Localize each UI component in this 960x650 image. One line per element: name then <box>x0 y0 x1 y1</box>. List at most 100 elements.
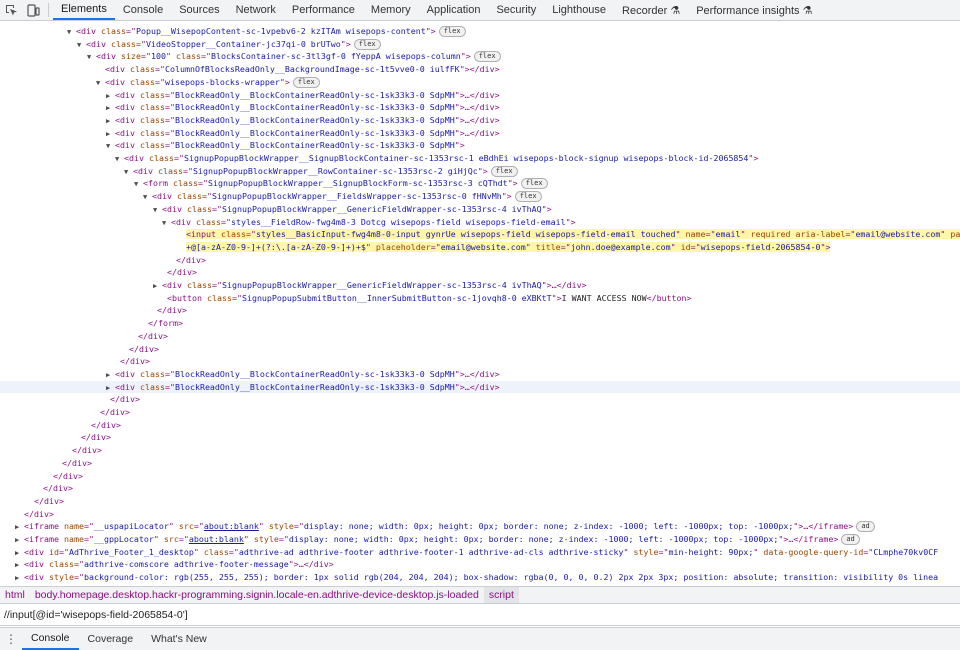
dom-node-row[interactable]: </div> <box>0 304 960 317</box>
dom-node-row[interactable]: </div> <box>0 419 960 432</box>
expand-triangle-icon[interactable]: ▶ <box>106 369 115 381</box>
flex-badge[interactable]: flex <box>473 51 501 63</box>
dom-node-row[interactable]: ▶ <iframe name="__uspapiLocator" src="abo… <box>0 520 960 533</box>
collapse-triangle-icon[interactable]: ▼ <box>162 217 171 229</box>
expand-triangle-icon[interactable]: ▶ <box>106 382 115 394</box>
expand-triangle-icon[interactable]: ▶ <box>106 115 115 127</box>
dom-node-row[interactable]: ▼ <div class="Popup__WisepopContent-sc-1v… <box>0 25 960 38</box>
flex-badge[interactable]: flex <box>292 76 320 88</box>
flex-badge[interactable]: flex <box>438 26 466 37</box>
dom-node-row[interactable]: </form> <box>0 317 960 330</box>
tab-memory[interactable]: Memory <box>363 0 419 20</box>
resource-link[interactable]: about:blank <box>204 521 259 531</box>
dom-node-row[interactable]: ▶ <div class="BlockReadOnly__BlockContain… <box>0 368 960 381</box>
dom-node-row[interactable]: ▶ <div style="background-color: rgb(255, … <box>0 571 960 584</box>
tab-sources[interactable]: Sources <box>171 0 227 20</box>
resource-link[interactable]: about:blank <box>189 534 244 544</box>
drawer-tab-what-s-new[interactable]: What's New <box>142 628 216 650</box>
expand-triangle-icon[interactable]: ▶ <box>15 572 24 584</box>
expand-triangle-icon[interactable]: ▶ <box>106 102 115 114</box>
tab-application[interactable]: Application <box>419 0 489 20</box>
elements-dom-tree[interactable]: ▼ <div class="Popup__WisepopContent-sc-1v… <box>0 21 960 586</box>
dom-node-row[interactable]: <div class="ColumnOfBlocksReadOnly__Back… <box>0 63 960 76</box>
dom-node-row[interactable]: </div> <box>0 495 960 508</box>
dom-node-row[interactable]: </div> <box>0 470 960 483</box>
tab-recorder[interactable]: Recorder ⚗ <box>614 0 688 20</box>
dom-node-row[interactable]: ▶ <div class="BlockReadOnly__BlockContain… <box>0 114 960 127</box>
flex-badge[interactable]: flex <box>490 165 518 177</box>
tab-performance[interactable]: Performance <box>284 0 363 20</box>
drawer-tab-console[interactable]: Console <box>22 628 79 650</box>
collapse-triangle-icon[interactable]: ▼ <box>106 140 115 152</box>
ad-badge[interactable]: ad <box>841 534 860 545</box>
tab-console[interactable]: Console <box>115 0 171 20</box>
collapse-triangle-icon[interactable]: ▼ <box>77 39 86 51</box>
tab-security[interactable]: Security <box>488 0 544 20</box>
collapse-triangle-icon[interactable]: ▼ <box>115 153 124 165</box>
dom-node-row[interactable]: <button class="SignupPopupSubmitButton__… <box>0 292 960 305</box>
tab-performance-insights[interactable]: Performance insights ⚗ <box>688 0 820 20</box>
dom-node-row[interactable]: </div> <box>0 444 960 457</box>
dom-node-row[interactable]: ▶ <div class="BlockReadOnly__BlockContain… <box>0 101 960 114</box>
flex-badge[interactable]: flex <box>353 38 381 50</box>
dom-node-row[interactable]: </div> <box>0 254 960 267</box>
dom-node-row[interactable]: </div> <box>0 343 960 356</box>
collapse-triangle-icon[interactable]: ▼ <box>67 26 76 38</box>
dom-node-row[interactable]: </div> <box>0 393 960 406</box>
dom-node-row[interactable]: ▼ <div class="VideoStopper__Container-jc3… <box>0 38 960 51</box>
dom-node-row[interactable]: ▶ <div id="AdThrive_Footer_1_desktop" cla… <box>0 546 960 559</box>
expand-triangle-icon[interactable]: ▶ <box>15 521 24 533</box>
dom-node-row[interactable]: </div> <box>0 330 960 343</box>
dom-node-row[interactable]: </div> <box>0 431 960 444</box>
expand-triangle-icon[interactable]: ▶ <box>106 128 115 140</box>
collapse-triangle-icon[interactable]: ▼ <box>134 178 143 190</box>
collapse-triangle-icon[interactable]: ▼ <box>153 204 162 216</box>
device-toolbar-icon[interactable] <box>22 0 44 20</box>
expand-triangle-icon[interactable]: ▶ <box>15 559 24 571</box>
collapse-triangle-icon[interactable]: ▼ <box>87 51 96 63</box>
breadcrumb-item[interactable]: html <box>0 587 30 603</box>
expand-triangle-icon[interactable]: ▶ <box>153 280 162 292</box>
dom-node-row[interactable]: ▼ <div size="100" class="BlocksContainer-… <box>0 50 960 63</box>
dom-node-row[interactable]: </div> <box>0 482 960 495</box>
dom-node-row[interactable]: </div> <box>0 457 960 470</box>
dom-node-row[interactable]: ▼ <div class="wisepops-blocks-wrapper"> fl… <box>0 76 960 89</box>
expand-triangle-icon[interactable]: ▶ <box>15 547 24 559</box>
dom-node-row[interactable]: ▶ <div class="BlockReadOnly__BlockContain… <box>0 127 960 140</box>
breadcrumb-item[interactable]: body.homepage.desktop.hackr-programming.… <box>30 587 484 603</box>
dom-node-row[interactable]: ▼ <div class="BlockReadOnly__BlockContain… <box>0 139 960 152</box>
expand-triangle-icon[interactable]: ▶ <box>106 90 115 102</box>
dom-node-row[interactable]: ▼ <div class="styles__FieldRow-fwg4m8-3 D… <box>0 216 960 229</box>
collapse-triangle-icon[interactable]: ▼ <box>96 77 105 89</box>
ad-badge[interactable]: ad <box>856 521 875 533</box>
dom-node-row[interactable]: +@[a-zA-Z0-9-]+(?:\.[a-zA-Z0-9-]+)+$" pl… <box>0 241 960 254</box>
dom-node-row[interactable]: </div> <box>0 355 960 368</box>
dom-node-row[interactable]: ▶ <div class="BlockReadOnly__BlockContain… <box>0 380 960 394</box>
dom-node-row[interactable]: ▼ <form class="SignupPopupBlockWrapper__S… <box>0 177 960 190</box>
dom-node-row[interactable]: <input class="styles__BasicInput-fwg4m8-… <box>0 228 960 241</box>
dom-node-row[interactable]: ▼ <div class="SignupPopupBlockWrapper__Fi… <box>0 190 960 203</box>
dom-node-row[interactable]: ▼ <div class="SignupPopupBlockWrapper__Si… <box>0 152 960 165</box>
dom-node-row[interactable]: </div> <box>0 508 960 521</box>
tab-network[interactable]: Network <box>228 0 284 20</box>
dom-node-row[interactable]: ▶ <div class="adthrive-comscore adthrive-… <box>0 558 960 571</box>
dom-node-row[interactable]: ▼ <div class="SignupPopupBlockWrapper__Ro… <box>0 165 960 178</box>
breadcrumb-item[interactable]: script <box>483 587 519 603</box>
drawer-tab-coverage[interactable]: Coverage <box>79 628 143 650</box>
expand-triangle-icon[interactable]: ▶ <box>15 534 24 546</box>
tab-lighthouse[interactable]: Lighthouse <box>544 0 614 20</box>
drawer-menu-icon[interactable]: ⋮ <box>0 628 22 650</box>
inspect-element-icon[interactable] <box>0 0 22 20</box>
collapse-triangle-icon[interactable]: ▼ <box>124 166 133 178</box>
flex-badge[interactable]: flex <box>514 191 542 203</box>
dom-search-input[interactable] <box>4 607 304 623</box>
dom-node-row[interactable]: </div> <box>0 406 960 419</box>
collapse-triangle-icon[interactable]: ▼ <box>143 191 152 203</box>
dom-node-row[interactable]: ▼ <div class="SignupPopupBlockWrapper__Ge… <box>0 203 960 216</box>
dom-node-row[interactable]: </div> <box>0 266 960 279</box>
flex-badge[interactable]: flex <box>520 178 548 190</box>
dom-node-row[interactable]: ▶ <iframe name="__gppLocator" src="about:… <box>0 533 960 546</box>
dom-node-row[interactable]: ▶ <div class="SignupPopupBlockWrapper__Ge… <box>0 279 960 292</box>
dom-node-row[interactable]: ▶ <div class="BlockReadOnly__BlockContain… <box>0 89 960 102</box>
tab-elements[interactable]: Elements <box>53 0 115 20</box>
